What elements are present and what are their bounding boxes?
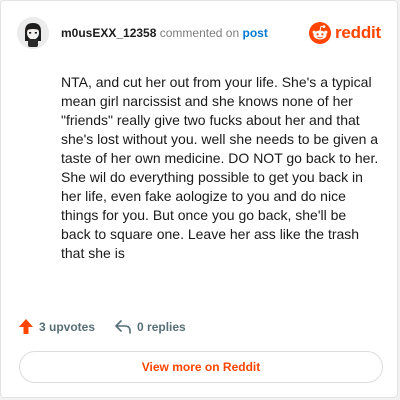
avatar-character-icon (17, 17, 49, 49)
comment-header: m0usEXX_12358 commented on post reddit (17, 17, 381, 49)
user-avatar[interactable] (17, 17, 49, 49)
reddit-wordmark: reddit (334, 23, 381, 42)
reddit-brand-logo[interactable]: reddit (308, 21, 381, 45)
comment-footer: 3 upvotes 0 replies (19, 319, 186, 334)
upvote-arrow-icon (19, 319, 33, 334)
username-link[interactable]: m0usEXX_12358 (61, 26, 156, 40)
comment-embed-card: m0usEXX_12358 commented on post reddit N… (0, 0, 398, 398)
action-text: commented on (159, 26, 240, 40)
comment-byline: m0usEXX_12358 commented on post (61, 26, 268, 40)
reply-arrow-icon (115, 319, 131, 334)
post-link[interactable]: post (242, 26, 267, 40)
reply-button[interactable]: 0 replies (115, 320, 186, 334)
upvote-button[interactable]: 3 upvotes (19, 319, 95, 334)
upvote-count: 3 upvotes (39, 319, 96, 334)
reply-count: 0 replies (137, 319, 186, 334)
view-more-on-reddit-button[interactable]: View more on Reddit (19, 351, 383, 383)
reddit-snoo-icon (308, 22, 331, 44)
comment-text: NTA, and cut her out from your life. She… (61, 74, 379, 261)
